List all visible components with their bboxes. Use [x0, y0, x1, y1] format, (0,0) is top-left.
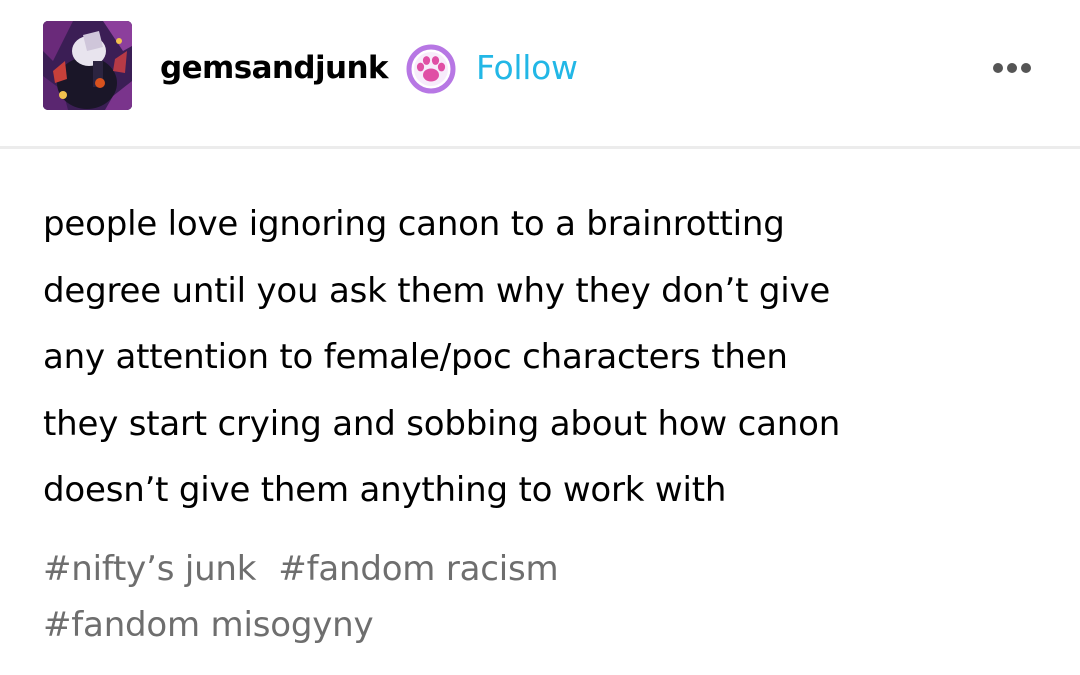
post-header: gemsandjunk Follow: [0, 0, 1080, 149]
tag-link[interactable]: #fandom misogyny: [43, 597, 374, 653]
post-text-line: any attention to female/poc characters t…: [43, 337, 788, 377]
tag-list: #nifty’s junk #fandom racism #fandom miso…: [43, 541, 1043, 653]
tag-link[interactable]: #fandom racism: [278, 541, 558, 597]
tag-row: #fandom misogyny: [43, 597, 1043, 653]
avatar-image: [43, 21, 132, 110]
post-text-line: they start crying and sobbing about how …: [43, 403, 841, 444]
post-text-line: people love ignoring canon to a brainrot…: [43, 204, 785, 244]
more-options-icon[interactable]: [984, 54, 1040, 82]
post-body: people love ignoring canon to a brainrot…: [43, 191, 1043, 524]
avatar[interactable]: [43, 21, 132, 110]
tag-row: #nifty’s junk #fandom racism: [43, 541, 1043, 597]
post-text-line: degree until you ask them why they don’t…: [43, 270, 831, 311]
username[interactable]: gemsandjunk: [160, 46, 389, 90]
follow-button[interactable]: Follow: [476, 46, 578, 90]
post-text-line: doesn’t give them anything to work with: [43, 470, 727, 510]
tag-link[interactable]: #nifty’s junk: [43, 541, 256, 597]
paw-badge-icon: [406, 44, 456, 94]
